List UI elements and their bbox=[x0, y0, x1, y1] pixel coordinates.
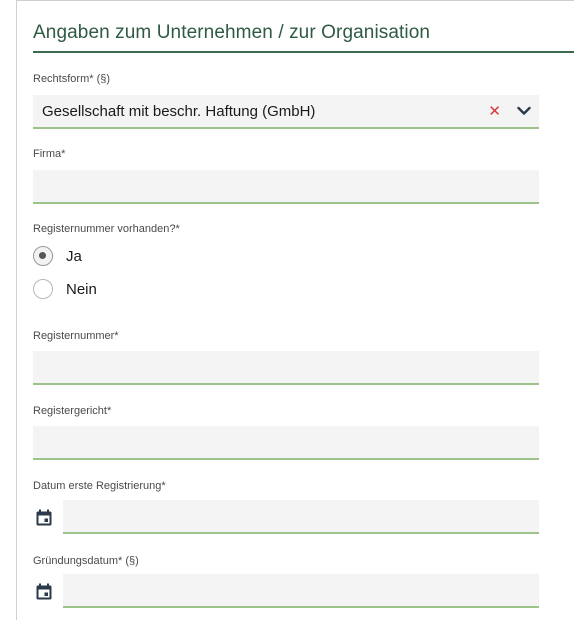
calendar-icon[interactable] bbox=[35, 509, 53, 527]
radio-option-ja[interactable]: Ja bbox=[33, 244, 82, 268]
rechtsform-select[interactable]: Gesellschaft mit beschr. Haftung (GmbH) … bbox=[33, 95, 539, 129]
gruendungsdatum-input[interactable] bbox=[63, 574, 539, 608]
registergericht-input[interactable] bbox=[33, 426, 539, 460]
registernummer-vorhanden-label: Registernummer vorhanden?* bbox=[33, 223, 180, 235]
radio-button-nein[interactable] bbox=[33, 279, 53, 299]
firma-input[interactable] bbox=[33, 170, 539, 204]
section-divider bbox=[33, 51, 574, 53]
close-icon[interactable]: ✕ bbox=[488, 102, 501, 120]
section-title: Angaben zum Unternehmen / zur Organisati… bbox=[33, 22, 431, 43]
gruendungsdatum-label: Gründungsdatum* (§) bbox=[33, 555, 139, 567]
gruendungsdatum-row bbox=[33, 574, 539, 608]
chevron-down-icon[interactable] bbox=[517, 106, 531, 116]
radio-label-nein: Nein bbox=[66, 280, 97, 298]
rechtsform-value: Gesellschaft mit beschr. Haftung (GmbH) bbox=[42, 103, 316, 120]
datum-erste-registrierung-label: Datum erste Registrierung* bbox=[33, 480, 166, 492]
calendar-icon[interactable] bbox=[35, 583, 53, 601]
datum-erste-registrierung-input[interactable] bbox=[63, 500, 539, 534]
rechtsform-label: Rechtsform* (§) bbox=[33, 73, 111, 85]
firma-label: Firma* bbox=[33, 148, 66, 160]
radio-button-ja[interactable] bbox=[33, 246, 53, 266]
radio-label-ja: Ja bbox=[66, 247, 82, 265]
registernummer-input[interactable] bbox=[33, 351, 539, 385]
registernummer-label: Registernummer* bbox=[33, 330, 119, 342]
radio-option-nein[interactable]: Nein bbox=[33, 277, 97, 301]
datum-erste-registrierung-row bbox=[33, 500, 539, 534]
registergericht-label: Registergericht* bbox=[33, 405, 112, 417]
